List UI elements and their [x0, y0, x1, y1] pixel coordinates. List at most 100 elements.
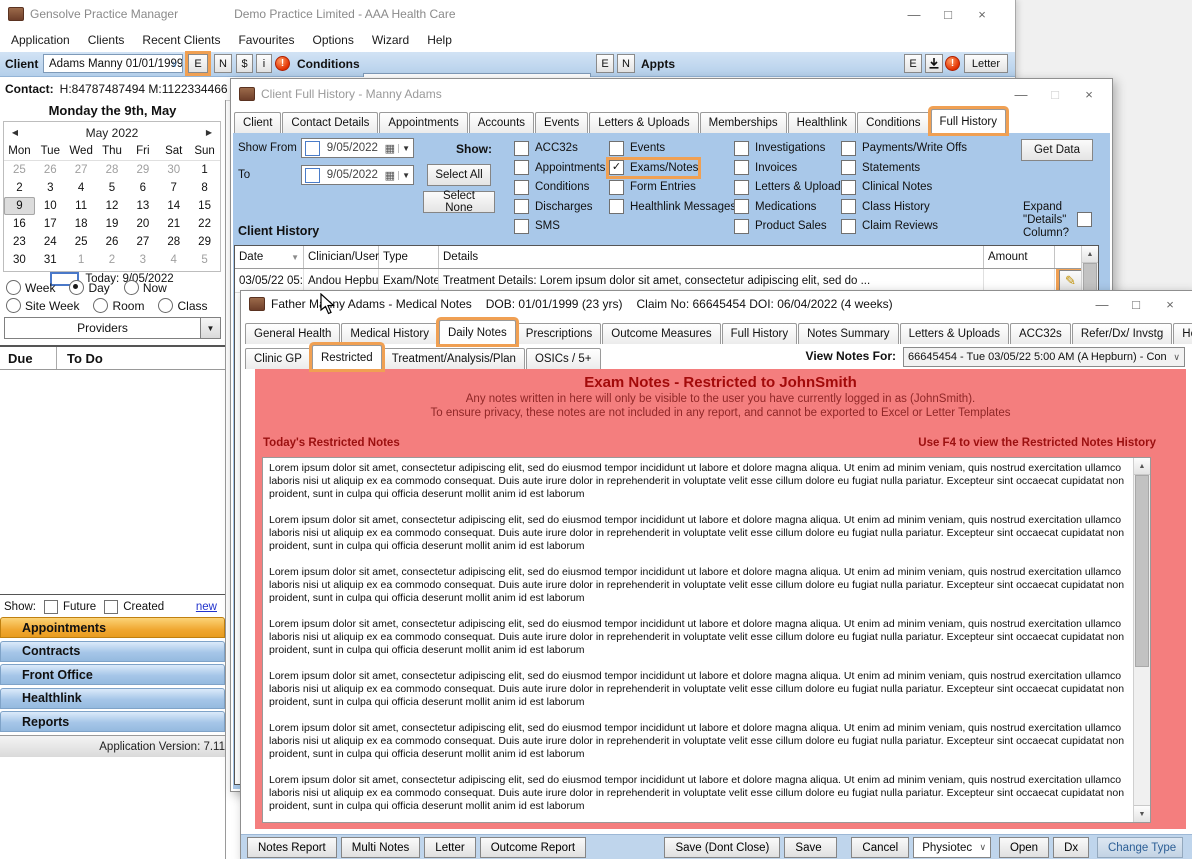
calendar-day[interactable]: 26	[97, 233, 128, 251]
calendar-day[interactable]: 24	[35, 233, 66, 251]
calendar-day[interactable]: 17	[35, 215, 66, 233]
filter-checkbox-payments-write-offs[interactable]: Payments/Write Offs	[841, 140, 967, 156]
radio-week[interactable]: Week	[6, 280, 55, 295]
filter-checkbox-appointments[interactable]: Appointments	[514, 160, 605, 176]
calendar-day-selected[interactable]: 9	[4, 197, 35, 215]
calendar-day[interactable]: 19	[97, 215, 128, 233]
view-notes-for-combo[interactable]: 66645454 - Tue 03/05/22 5:00 AM (A Hepbu…	[903, 347, 1185, 367]
toolbar-button-e[interactable]: E	[904, 54, 922, 73]
calendar-day[interactable]: 12	[97, 197, 128, 215]
radio-room[interactable]: Room	[93, 298, 144, 313]
menu-item-clients[interactable]: Clients	[79, 33, 134, 47]
calendar-day[interactable]: 21	[158, 215, 189, 233]
change-type-button[interactable]: Change Type	[1097, 837, 1183, 858]
grid-col-header-type[interactable]: Type	[379, 246, 439, 268]
filter-checkbox-sms[interactable]: SMS	[514, 218, 560, 234]
tab-appointments[interactable]: Appointments	[379, 112, 467, 133]
grid-col-header-clinician-user[interactable]: Clinician/User	[304, 246, 379, 268]
radio-class[interactable]: Class	[158, 298, 207, 313]
providers-dropdown[interactable]: Providers ▼	[4, 317, 221, 339]
radio-now[interactable]: Now	[124, 280, 167, 295]
calendar-next-icon[interactable]: ▶	[198, 128, 220, 137]
subtab-restricted[interactable]: Restricted	[312, 345, 382, 369]
footer-button-outcome-report[interactable]: Outcome Report	[480, 837, 586, 858]
calendar-day[interactable]: 5	[189, 251, 220, 269]
filter-checkbox-events[interactable]: Events	[609, 140, 665, 156]
cancel-button[interactable]: Cancel	[851, 837, 909, 858]
chevron-down-icon[interactable]: ▼	[398, 144, 410, 153]
calendar-day[interactable]: 29	[189, 233, 220, 251]
menu-item-favourites[interactable]: Favourites	[229, 33, 303, 47]
toolbar-button-[interactable]: $	[236, 54, 253, 73]
subtab-treatment-analysis-plan[interactable]: Treatment/Analysis/Plan	[383, 348, 525, 369]
filter-checkbox-conditions[interactable]: Conditions	[514, 179, 589, 195]
filter-checkbox-discharges[interactable]: Discharges	[514, 199, 593, 215]
tab-letters-uploads[interactable]: Letters & Uploads	[900, 323, 1009, 344]
calendar-day[interactable]: 31	[35, 251, 66, 269]
footer-button-dx[interactable]: Dx	[1053, 837, 1089, 858]
restricted-notes-textarea[interactable]: Lorem ipsum dolor sit amet, consectetur …	[262, 457, 1151, 823]
calendar-day[interactable]: 3	[35, 179, 66, 197]
calendar-day[interactable]: 2	[4, 179, 35, 197]
calendar-day[interactable]: 27	[127, 233, 158, 251]
new-link[interactable]: new	[196, 601, 217, 613]
nav-appointments[interactable]: Appointments	[0, 617, 225, 638]
menu-item-application[interactable]: Application	[2, 33, 79, 47]
menu-item-options[interactable]: Options	[303, 33, 362, 47]
tab-client[interactable]: Client	[234, 112, 281, 133]
calendar-day[interactable]: 25	[4, 161, 35, 179]
to-datepicker[interactable]: 9/05/2022 ▦ ▼	[301, 165, 414, 185]
radio-day[interactable]: Day	[69, 280, 109, 295]
physiotec-dropdown[interactable]: Physiotec∨	[913, 837, 991, 858]
tab-full-history[interactable]: Full History	[931, 109, 1007, 133]
calendar-day[interactable]: 1	[66, 251, 97, 269]
tab-contact-details[interactable]: Contact Details	[282, 112, 378, 133]
tab-full-history[interactable]: Full History	[722, 323, 798, 344]
footer-button-letter[interactable]: Letter	[424, 837, 475, 858]
minimize-icon[interactable]: —	[897, 0, 931, 28]
tab-prescriptions[interactable]: Prescriptions	[517, 323, 601, 344]
footer-button-multi-notes[interactable]: Multi Notes	[341, 837, 421, 858]
tab-outcome-measures[interactable]: Outcome Measures	[602, 323, 720, 344]
calendar-day[interactable]: 2	[97, 251, 128, 269]
tab-letters-uploads[interactable]: Letters & Uploads	[589, 112, 698, 133]
checkbox-created[interactable]	[104, 600, 118, 614]
maximize-icon[interactable]: □	[1119, 291, 1153, 317]
chevron-down-icon[interactable]: ▼	[398, 171, 410, 180]
calendar-day[interactable]: 6	[127, 179, 158, 197]
toolbar-button-e[interactable]: E	[596, 54, 614, 73]
subtab-clinic-gp[interactable]: Clinic GP	[245, 348, 311, 369]
row-edit-button[interactable]: ✎	[1059, 270, 1082, 291]
tab-healthlink[interactable]: Healthlink	[788, 112, 857, 133]
notes-scrollbar[interactable]: ▲ ▼	[1133, 458, 1150, 822]
menu-item-recent-clients[interactable]: Recent Clients	[133, 33, 229, 47]
tab-memberships[interactable]: Memberships	[700, 112, 787, 133]
nav-healthlink[interactable]: Healthlink	[0, 688, 225, 709]
close-icon[interactable]: ×	[1153, 291, 1187, 317]
tab-general-health[interactable]: General Health	[245, 323, 340, 344]
date-enable-checkbox[interactable]	[305, 168, 320, 183]
letter-button[interactable]: Letter	[964, 54, 1008, 73]
tab-notes-summary[interactable]: Notes Summary	[798, 323, 898, 344]
calendar-day[interactable]: 15	[189, 197, 220, 215]
calendar-day[interactable]: 28	[97, 161, 128, 179]
toolbar-button-n[interactable]: N	[617, 54, 635, 73]
filter-checkbox-product-sales[interactable]: Product Sales	[734, 218, 827, 234]
grid-col-header-amount[interactable]: Amount	[984, 246, 1055, 268]
calendar-day[interactable]: 5	[97, 179, 128, 197]
filter-checkbox-statements[interactable]: Statements	[841, 160, 920, 176]
scrollbar-thumb[interactable]	[1135, 475, 1149, 667]
alert-icon[interactable]: !	[945, 56, 960, 71]
download-button[interactable]	[925, 54, 943, 73]
filter-checkbox-form-entries[interactable]: Form Entries	[609, 179, 696, 195]
scroll-up-icon[interactable]: ▲	[1134, 458, 1150, 475]
subtab-osics-5[interactable]: OSICs / 5+	[526, 348, 601, 369]
footer-button-open[interactable]: Open	[999, 837, 1049, 858]
toolbar-button-n[interactable]: N	[214, 54, 232, 73]
calendar-day[interactable]: 16	[4, 215, 35, 233]
filter-checkbox-exams-notes[interactable]: ✓Exams/Notes	[609, 160, 698, 176]
client-combo[interactable]: Adams Manny 01/01/1999 ∨	[43, 54, 183, 73]
filter-checkbox-acc32s[interactable]: ACC32s	[514, 140, 578, 156]
scroll-up-icon[interactable]: ▲	[1082, 246, 1098, 263]
calendar-day[interactable]: 26	[35, 161, 66, 179]
